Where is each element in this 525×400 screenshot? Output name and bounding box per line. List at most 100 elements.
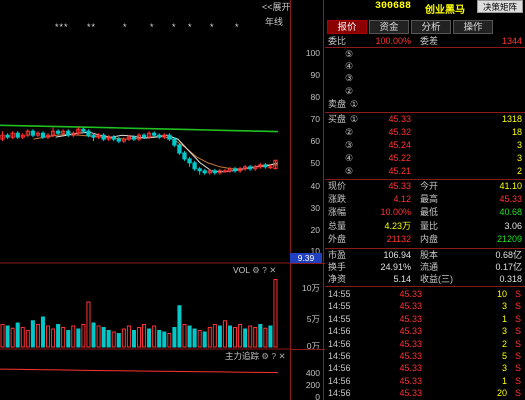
kline-chart-pane[interactable] xyxy=(0,0,290,400)
price-tick: 60 xyxy=(310,136,320,146)
stat-value: 41.10 xyxy=(499,181,522,191)
trade-volume: 20 xyxy=(496,388,507,399)
ma-short-line xyxy=(55,131,279,173)
trade-row[interactable]: 14:56 45.33 1 S xyxy=(325,375,525,387)
stat-value: 10.00% xyxy=(380,207,411,218)
settings-icon[interactable]: ⚙ xyxy=(261,351,269,361)
buy-level-row[interactable]: ④ 45.22 3 xyxy=(325,153,525,164)
candle-body xyxy=(152,132,157,136)
sell-label: 卖盘 xyxy=(328,99,347,109)
volume-indicator-label[interactable]: VOL ⚙ ? ✕ xyxy=(233,265,276,276)
trade-row[interactable]: 14:55 45.33 10 S xyxy=(325,288,525,300)
volume-bar xyxy=(167,333,172,348)
trade-row[interactable]: 14:56 45.33 2 S xyxy=(325,338,525,350)
buy-level-row[interactable]: ③ 45.24 3 xyxy=(325,140,525,151)
fund-tick: 200 xyxy=(305,380,320,390)
tab-funds[interactable]: 资金 xyxy=(369,20,409,34)
trade-row[interactable]: 14:56 45.33 3 S xyxy=(325,325,525,337)
stat-value: 45.33 xyxy=(388,181,411,191)
trade-row[interactable]: 14:56 45.33 20 S xyxy=(325,387,525,399)
volume-bar xyxy=(111,331,116,348)
trade-row[interactable]: 14:55 45.33 3 S xyxy=(325,300,525,312)
trade-time: 14:56 xyxy=(328,326,351,337)
buy-level-number: ④ xyxy=(345,153,354,163)
event-marker[interactable]: * xyxy=(123,22,128,32)
candle-body xyxy=(141,134,147,138)
event-marker[interactable]: *** xyxy=(55,22,69,32)
candle-body xyxy=(116,138,121,142)
sell-level-row[interactable]: ④ xyxy=(325,61,525,72)
price-tick: 40 xyxy=(310,181,320,191)
buy-level-row[interactable]: 买盘 ① 45.33 1318 xyxy=(325,114,525,125)
candle-body xyxy=(81,128,86,132)
expand-button[interactable]: <<展开 xyxy=(262,0,291,12)
trade-time: 14:56 xyxy=(328,388,351,399)
volume-bar xyxy=(147,328,152,348)
buy-level-number: ② xyxy=(345,127,354,137)
trade-row[interactable]: 14:55 45.33 1 S xyxy=(325,313,525,325)
fund-tracking-label[interactable]: 主力追踪 ⚙ ? ✕ xyxy=(225,350,286,362)
event-marker[interactable]: * xyxy=(172,22,177,32)
volume-bar xyxy=(51,328,56,348)
tab-analysis[interactable]: 分析 xyxy=(411,20,451,34)
stat-row: 外盘 21132 内盘 21209 xyxy=(325,234,525,245)
sell-level-1: ① xyxy=(350,99,359,109)
close-icon[interactable]: ✕ xyxy=(279,351,286,361)
buy-level-row[interactable]: ⑤ 45.21 2 xyxy=(325,166,525,177)
buy-price: 45.21 xyxy=(388,166,411,176)
event-marker[interactable]: * xyxy=(150,22,155,32)
tab-operate[interactable]: 操作 xyxy=(453,20,493,34)
decision-matrix-button[interactable]: 决策矩阵 xyxy=(477,0,523,13)
trade-price: 45.33 xyxy=(399,289,422,299)
volume-bar xyxy=(227,325,232,348)
trade-price: 45.33 xyxy=(399,301,422,312)
settings-icon[interactable]: ⚙ xyxy=(252,265,260,275)
stat-value: 45.33 xyxy=(499,194,522,205)
volume-bar xyxy=(61,327,66,348)
volume-bar xyxy=(0,324,5,348)
fund-tracking-line xyxy=(0,368,279,374)
commission-row: 委比 100.00% 委差 1344 xyxy=(325,36,525,47)
event-marker[interactable]: * xyxy=(188,22,193,32)
trade-time: 14:55 xyxy=(328,301,351,312)
fundamental-row: 换手 24.91% 流通 0.17亿 xyxy=(325,262,525,273)
sell-level-row[interactable]: ② xyxy=(325,86,525,97)
volume-bar xyxy=(162,331,167,348)
candle-body xyxy=(187,158,192,164)
buy-level-row[interactable]: ② 45.32 18 xyxy=(325,127,525,138)
candle-body xyxy=(157,134,162,138)
volume-bar xyxy=(243,328,248,348)
help-icon[interactable]: ? xyxy=(262,265,267,275)
event-marker[interactable]: * xyxy=(235,22,240,32)
event-marker[interactable]: * xyxy=(210,22,215,32)
volume-bar xyxy=(20,327,25,348)
buy-price: 45.24 xyxy=(388,140,411,150)
close-icon[interactable]: ✕ xyxy=(269,265,276,275)
tab-quote[interactable]: 报价 xyxy=(327,20,367,34)
current-price-flag: 9.39 xyxy=(290,253,322,263)
sell-level-row[interactable]: ⑤ xyxy=(325,49,525,60)
buy-volume: 18 xyxy=(511,127,522,137)
trade-row[interactable]: 14:56 45.33 3 S xyxy=(325,362,525,374)
sell-level-row[interactable]: 卖盘 ① xyxy=(325,99,525,110)
kline-chart-svg[interactable] xyxy=(0,0,290,400)
stat-label: 最高 xyxy=(420,194,439,205)
sell-level-number: ② xyxy=(345,86,354,96)
ma-mid-line xyxy=(33,133,278,170)
help-icon[interactable]: ? xyxy=(271,351,276,361)
event-marker[interactable]: ** xyxy=(87,22,96,32)
volume-bar xyxy=(71,325,76,348)
price-tick: 30 xyxy=(310,203,320,213)
buy-level-number: ⑤ xyxy=(345,166,354,176)
volume-bar xyxy=(152,325,157,348)
sell-level-number: ④ xyxy=(345,61,354,71)
diff-label: 委差 xyxy=(420,36,439,46)
candle-body xyxy=(268,166,273,169)
volume-bar xyxy=(40,316,45,348)
trade-row[interactable]: 14:56 45.33 5 S xyxy=(325,350,525,362)
price-tick: 70 xyxy=(310,114,320,124)
candle-body xyxy=(167,134,172,140)
sell-level-row[interactable]: ③ xyxy=(325,73,525,84)
trade-price: 45.33 xyxy=(399,363,422,374)
volume-bar xyxy=(116,333,121,348)
